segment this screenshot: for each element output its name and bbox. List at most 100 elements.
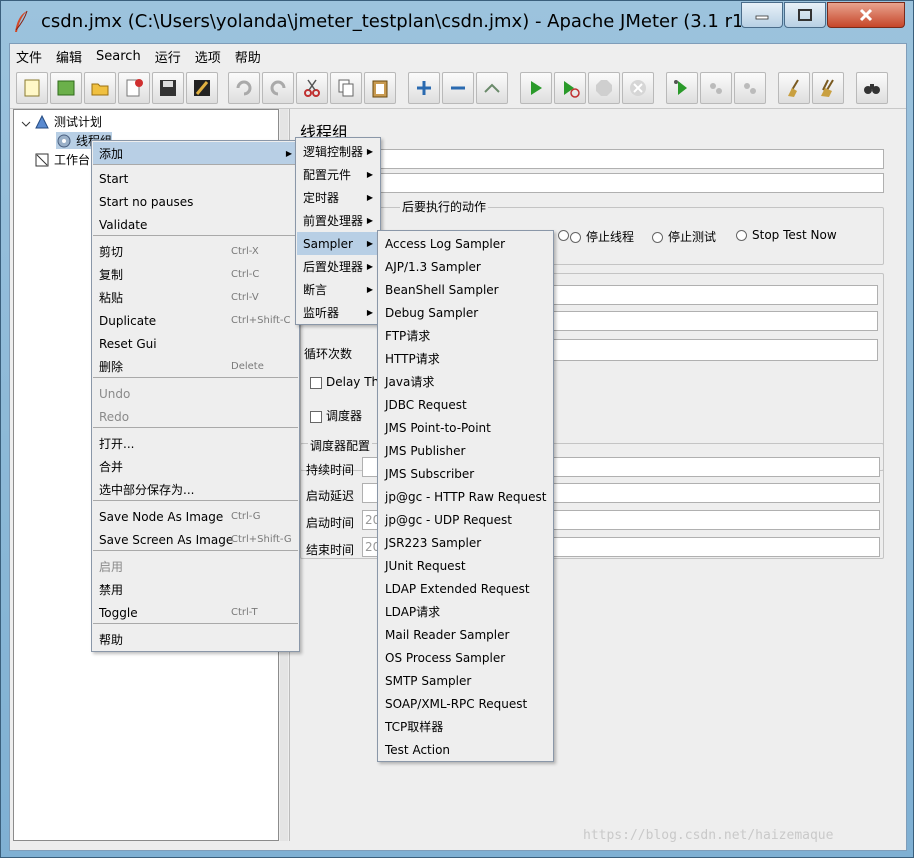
- context-menu-item[interactable]: 剪切 Ctrl-X: [93, 240, 298, 263]
- sampler-menu-item[interactable]: JMS Subscriber: [379, 462, 552, 485]
- add-submenu-item[interactable]: 逻辑控制器 ▶: [297, 140, 379, 163]
- sampler-menu-item[interactable]: LDAP请求: [379, 600, 552, 623]
- collapse-button[interactable]: [442, 72, 474, 104]
- menu-edit[interactable]: 编辑: [56, 47, 82, 66]
- start-button[interactable]: [520, 72, 552, 104]
- context-menu-item[interactable]: 帮助: [93, 628, 298, 651]
- add-submenu-item[interactable]: 配置元件 ▶: [297, 163, 379, 186]
- context-menu-item[interactable]: 复制 Ctrl-C: [93, 263, 298, 286]
- context-menu-item[interactable]: 添加 ▶: [93, 142, 298, 165]
- comments-field[interactable]: [300, 173, 884, 193]
- context-menu-item[interactable]: Save Node As Image Ctrl-G: [93, 505, 298, 528]
- submenu-arrow-icon: ▶: [285, 149, 292, 158]
- sampler-menu-item[interactable]: Test Action: [379, 738, 552, 761]
- delay-thread-checkbox[interactable]: Delay Thr: [310, 375, 384, 389]
- add-submenu-item[interactable]: 定时器 ▶: [297, 186, 379, 209]
- remote-start-button[interactable]: [666, 72, 698, 104]
- context-menu-item[interactable]: 禁用: [93, 578, 298, 601]
- remote-stop-button[interactable]: [700, 72, 732, 104]
- sampler-menu-item[interactable]: JMS Point-to-Point: [379, 416, 552, 439]
- sampler-menu-item[interactable]: JDBC Request: [379, 393, 552, 416]
- radio-stop-test[interactable]: 停止测试: [652, 228, 716, 245]
- maximize-button[interactable]: [784, 2, 826, 28]
- context-menu-item[interactable]: Start: [93, 167, 298, 190]
- gear-icon: [57, 134, 71, 147]
- sampler-menu-item[interactable]: SOAP/XML-RPC Request: [379, 692, 552, 715]
- menu-separator: [93, 500, 298, 501]
- tree-item-test-plan[interactable]: 测试计划: [20, 113, 102, 130]
- open-button[interactable]: [84, 72, 116, 104]
- context-menu-item[interactable]: Duplicate Ctrl+Shift-C: [93, 309, 298, 332]
- sampler-menu-item[interactable]: Access Log Sampler: [379, 232, 552, 255]
- close-file-button[interactable]: [118, 72, 150, 104]
- add-submenu-item[interactable]: Sampler ▶: [297, 232, 379, 255]
- add-submenu-item[interactable]: 监听器 ▶: [297, 301, 379, 324]
- sampler-menu-item[interactable]: JSR223 Sampler: [379, 531, 552, 554]
- undo-button[interactable]: [228, 72, 260, 104]
- sampler-menu-item[interactable]: TCP取样器: [379, 715, 552, 738]
- radio-stop-thread[interactable]: 停止线程: [570, 228, 634, 245]
- search-button[interactable]: [856, 72, 888, 104]
- redo-button[interactable]: [262, 72, 294, 104]
- close-button[interactable]: [827, 2, 905, 28]
- sampler-menu-item[interactable]: FTP请求: [379, 324, 552, 347]
- expand-button[interactable]: [408, 72, 440, 104]
- sampler-menu-item[interactable]: Java请求: [379, 370, 552, 393]
- context-menu-item[interactable]: Validate: [93, 213, 298, 236]
- radio-stop-test-now[interactable]: Stop Test Now: [736, 228, 837, 242]
- context-menu-item[interactable]: Undo: [93, 382, 298, 405]
- sampler-menu-item[interactable]: JUnit Request: [379, 554, 552, 577]
- sampler-menu-item[interactable]: SMTP Sampler: [379, 669, 552, 692]
- new-button[interactable]: [16, 72, 48, 104]
- save-button[interactable]: [152, 72, 184, 104]
- sampler-menu-item[interactable]: HTTP请求: [379, 347, 552, 370]
- clear-all-button[interactable]: [812, 72, 844, 104]
- sampler-menu-item[interactable]: Debug Sampler: [379, 301, 552, 324]
- context-menu-item[interactable]: 选中部分保存为...: [93, 478, 298, 501]
- stop-button[interactable]: [588, 72, 620, 104]
- sampler-menu-item[interactable]: LDAP Extended Request: [379, 577, 552, 600]
- remote-shutdown-button[interactable]: [734, 72, 766, 104]
- checkbox-icon: [310, 410, 322, 423]
- menu-run[interactable]: 运行: [155, 47, 181, 66]
- menu-help[interactable]: 帮助: [235, 47, 261, 66]
- paste-button[interactable]: [364, 72, 396, 104]
- context-menu-item[interactable]: Redo: [93, 405, 298, 428]
- scheduler-checkbox[interactable]: 调度器: [310, 407, 362, 424]
- toggle-button[interactable]: [476, 72, 508, 104]
- templates-button[interactable]: [50, 72, 82, 104]
- menu-options[interactable]: 选项: [195, 47, 221, 66]
- cut-button[interactable]: [296, 72, 328, 104]
- sampler-menu-item[interactable]: JMS Publisher: [379, 439, 552, 462]
- sampler-menu-item[interactable]: jp@gc - HTTP Raw Request: [379, 485, 552, 508]
- clear-button[interactable]: [778, 72, 810, 104]
- name-field[interactable]: [300, 149, 884, 169]
- context-menu-item[interactable]: 打开...: [93, 432, 298, 455]
- context-menu-item[interactable]: 删除 Delete: [93, 355, 298, 378]
- context-menu-item[interactable]: Reset Gui: [93, 332, 298, 355]
- sampler-menu-item[interactable]: Mail Reader Sampler: [379, 623, 552, 646]
- add-submenu-item[interactable]: 断言 ▶: [297, 278, 379, 301]
- title-bar[interactable]: csdn.jmx (C:\Users\yolanda\jmeter_testpl…: [1, 1, 913, 43]
- context-menu-item[interactable]: 粘贴 Ctrl-V: [93, 286, 298, 309]
- sampler-menu-item[interactable]: jp@gc - UDP Request: [379, 508, 552, 531]
- context-menu-item[interactable]: Save Screen As Image Ctrl+Shift-G: [93, 528, 298, 551]
- sampler-menu-item[interactable]: AJP/1.3 Sampler: [379, 255, 552, 278]
- minimize-button[interactable]: [741, 2, 783, 28]
- context-menu-item[interactable]: 合并: [93, 455, 298, 478]
- menu-file[interactable]: 文件: [16, 47, 42, 66]
- add-submenu-item[interactable]: 后置处理器 ▶: [297, 255, 379, 278]
- tree-item-workbench[interactable]: 工作台: [34, 151, 90, 168]
- shutdown-button[interactable]: [622, 72, 654, 104]
- context-menu-item[interactable]: Start no pauses: [93, 190, 298, 213]
- add-submenu-item[interactable]: 前置处理器 ▶: [297, 209, 379, 232]
- context-menu-item[interactable]: Toggle Ctrl-T: [93, 601, 298, 624]
- context-menu-item[interactable]: 启用: [93, 555, 298, 578]
- minimize-icon: [755, 15, 769, 20]
- sampler-menu-item[interactable]: BeanShell Sampler: [379, 278, 552, 301]
- menu-search[interactable]: Search: [96, 49, 141, 64]
- copy-button[interactable]: [330, 72, 362, 104]
- start-no-pauses-button[interactable]: [554, 72, 586, 104]
- sampler-menu-item[interactable]: OS Process Sampler: [379, 646, 552, 669]
- save-as-button[interactable]: [186, 72, 218, 104]
